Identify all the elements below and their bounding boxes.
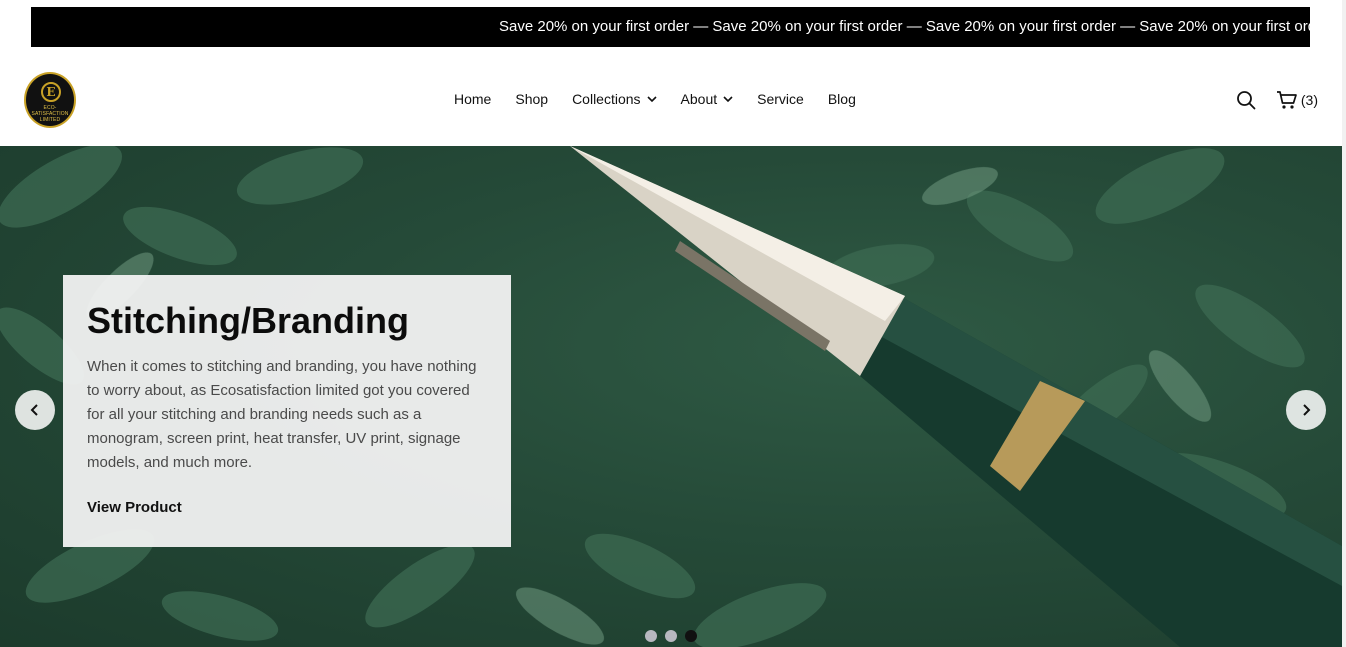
nav-item-label: About bbox=[680, 91, 718, 107]
slider-prev-button[interactable] bbox=[15, 390, 55, 430]
site-logo[interactable]: E ECO-SATISFACTION LIMITED bbox=[24, 72, 76, 128]
hero-slider: Stitching/Branding When it comes to stit… bbox=[0, 146, 1342, 647]
logo-text: ECO-SATISFACTION LIMITED bbox=[31, 105, 69, 123]
main-nav: Home Shop Collections About Service Blog bbox=[454, 91, 880, 107]
cart-icon bbox=[1276, 91, 1297, 109]
slider-next-button[interactable] bbox=[1286, 390, 1326, 430]
cart-count: (3) bbox=[1300, 92, 1318, 108]
slider-dot-2[interactable] bbox=[665, 630, 677, 642]
logo-monogram: E bbox=[41, 82, 61, 102]
hero-content-card: Stitching/Branding When it comes to stit… bbox=[63, 275, 511, 547]
slider-pagination bbox=[645, 630, 705, 642]
nav-item-collections[interactable]: Collections bbox=[572, 91, 657, 107]
slider-dot-3[interactable] bbox=[685, 630, 697, 642]
site-header: E ECO-SATISFACTION LIMITED Home Shop Col… bbox=[0, 47, 1342, 146]
hero-title: Stitching/Branding bbox=[87, 300, 409, 341]
page-scrollbar[interactable] bbox=[1342, 0, 1346, 647]
slider-dot-1[interactable] bbox=[645, 630, 657, 642]
nav-item-home[interactable]: Home bbox=[454, 91, 491, 107]
nav-item-service[interactable]: Service bbox=[757, 91, 804, 107]
chevron-right-icon bbox=[1303, 404, 1311, 416]
cart-button[interactable]: (3) bbox=[1276, 90, 1318, 110]
view-product-link[interactable]: View Product bbox=[87, 499, 182, 516]
chevron-down-icon bbox=[723, 96, 733, 103]
chevron-down-icon bbox=[646, 96, 657, 103]
nav-item-about[interactable]: About bbox=[681, 91, 734, 107]
nav-item-label: Collections bbox=[572, 91, 641, 107]
nav-item-shop[interactable]: Shop bbox=[515, 91, 548, 107]
nav-item-label: Blog bbox=[827, 91, 856, 107]
header-actions: (3) bbox=[1236, 90, 1318, 110]
chevron-left-icon bbox=[30, 404, 38, 416]
search-icon[interactable] bbox=[1236, 90, 1256, 110]
hero-description: When it comes to stitching and branding,… bbox=[87, 358, 477, 471]
announcement-bar: Save 20% on your first order — Save 20% … bbox=[31, 7, 1310, 47]
nav-item-blog[interactable]: Blog bbox=[828, 91, 856, 107]
nav-item-label: Shop bbox=[515, 91, 549, 107]
nav-item-label: Service bbox=[757, 91, 804, 107]
nav-item-label: Home bbox=[454, 91, 492, 107]
announcement-text: Save 20% on your first order — Save 20% … bbox=[499, 18, 1310, 35]
